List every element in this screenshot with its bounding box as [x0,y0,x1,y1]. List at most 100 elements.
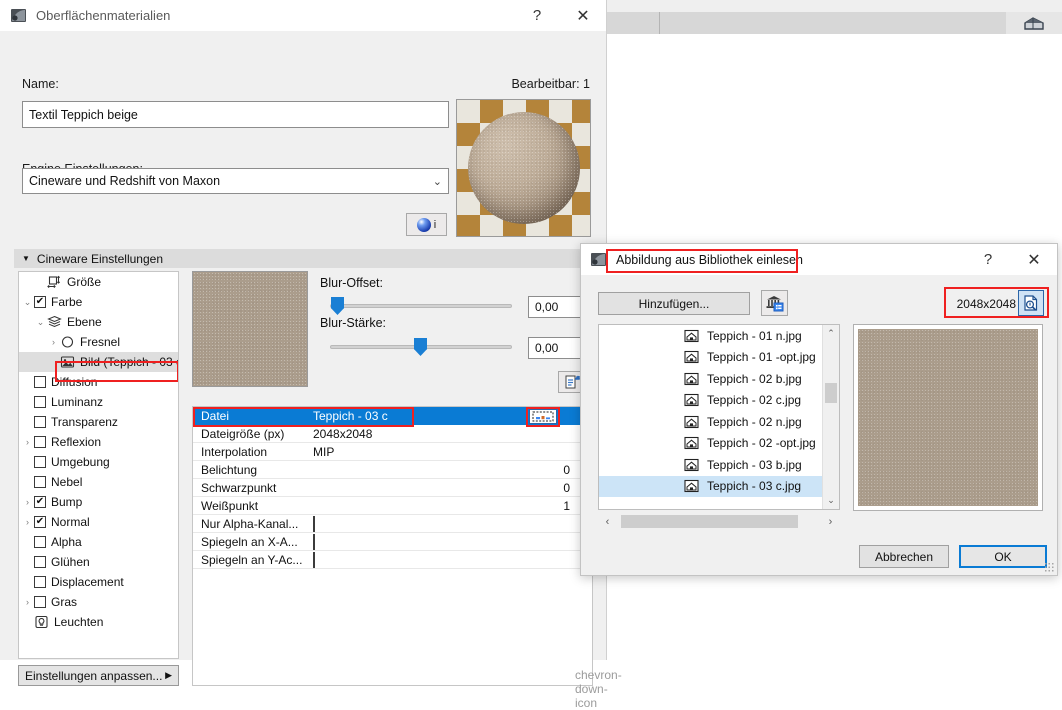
scroll-up-arrow-icon[interactable]: ⌃ [823,325,839,342]
cancel-button[interactable]: Abbrechen [859,545,949,568]
help-button[interactable]: ? [514,0,560,31]
file-list-item[interactable]: Teppich - 02 c.jpg [599,390,822,412]
checkbox-diffusion[interactable] [34,376,46,388]
file-list-item[interactable]: Teppich - 03 c.jpg [599,475,822,497]
channel-tree[interactable]: Größe ⌄ ✔ Farbe ⌄ Ebene › Fresnel Bild (Teppich … [18,271,179,659]
property-row[interactable]: Belichtung 0 [193,461,592,479]
library-browse-button[interactable] [761,290,788,316]
checkbox-normal[interactable]: ✔ [34,516,46,528]
property-row[interactable]: Nur Alpha-Kanal... [193,515,592,533]
file-name-label: Teppich - 03 c.jpg [707,479,802,494]
file-list-item[interactable]: Teppich - 02 -opt.jpg [599,433,822,455]
render-engine-info-button[interactable]: i [406,213,447,236]
tree-item-bump[interactable]: › ✔ Bump [19,492,178,512]
checkbox-transparenz[interactable] [34,416,46,428]
blur-strength-slider-thumb[interactable] [414,338,427,356]
file-name-label: Teppich - 03 b.jpg [707,457,802,472]
help-button[interactable]: ? [965,244,1011,275]
file-list-item[interactable]: Teppich - 03 b.jpg [599,454,822,476]
checkbox-gl-hen[interactable] [34,556,46,568]
checkbox-alpha[interactable] [34,536,46,548]
tree-item-leuchten[interactable]: Leuchten [19,612,178,632]
tree-item-bild-teppich-03-c[interactable]: Bild (Teppich - 03 c) [19,352,178,372]
tree-item-nebel[interactable]: Nebel [19,472,178,492]
house-tool-button[interactable] [1006,12,1062,34]
add-button[interactable]: Hinzufügen... [598,292,750,315]
property-checkbox[interactable] [313,533,315,550]
blur-offset-slider-track[interactable] [330,304,512,308]
file-list-vertical-scrollbar[interactable]: ⌃ ⌄ [822,325,839,509]
tree-item-normal[interactable]: › ✔ Normal [19,512,178,532]
property-row[interactable]: Spiegeln an Y-Ac... [193,551,592,569]
checkbox-reflexion[interactable] [34,436,46,448]
engine-select[interactable]: Cineware und Redshift von Maxon ⌄ [22,168,449,194]
file-list-item[interactable]: Teppich - 02 b.jpg [599,368,822,390]
scroll-left-arrow-icon[interactable]: ‹ [598,516,617,528]
checkbox-luminanz[interactable] [34,396,46,408]
checkbox-farbe[interactable]: ✔ [34,296,46,308]
document-search-icon [1023,294,1037,311]
tree-item-gras[interactable]: › Gras [19,592,178,612]
checkbox-nebel[interactable] [34,476,46,488]
property-value: MIP [313,444,335,459]
tree-item-farbe[interactable]: ⌄ ✔ Farbe [19,292,178,312]
tree-item-fresnel[interactable]: › Fresnel [19,332,178,352]
tree-item-alpha[interactable]: Alpha [19,532,178,552]
checkbox-gras[interactable] [34,596,46,608]
tree-item-gl-hen[interactable]: Glühen [19,552,178,572]
scroll-down-arrow-icon[interactable]: ⌄ [823,492,839,509]
property-name: Belichtung [201,462,258,477]
material-name-input[interactable] [22,101,449,128]
file-list-horizontal-scrollbar[interactable]: ‹ › [598,512,840,531]
close-button[interactable]: ✕ [560,0,606,31]
properties-scroll-down-icon[interactable]: chevron-down-icon [575,668,622,710]
tree-item-displacement[interactable]: Displacement [19,572,178,592]
preview-zoom-button[interactable] [1018,290,1044,316]
property-row[interactable]: Datei Teppich - 03 c [193,407,592,425]
cineware-settings-header[interactable]: ▼ Cineware Einstellungen [14,249,593,268]
tree-item-transparenz[interactable]: Transparenz [19,412,178,432]
twisty-collapsed-icon[interactable]: › [21,512,34,532]
tree-item-diffusion[interactable]: Diffusion [19,372,178,392]
twisty-collapsed-icon[interactable]: › [47,332,60,352]
close-button[interactable]: ✕ [1011,244,1057,275]
file-browse-button[interactable] [529,409,557,424]
tree-item-label: Gras [51,595,78,609]
property-checkbox[interactable] [313,515,315,532]
texture-thumbnail[interactable] [192,271,308,387]
twisty-collapsed-icon[interactable]: › [21,432,34,452]
resize-grip[interactable] [1044,562,1054,572]
file-list-item[interactable]: Teppich - 01 n.jpg [599,325,822,347]
light-icon [35,615,48,629]
tree-item-gr-e[interactable]: Größe [19,272,178,292]
image-properties-table[interactable]: Datei Teppich - 03 c Dateigröße (px) 2048x2… [192,406,593,686]
checkbox-umgebung[interactable] [34,456,46,468]
checkbox-displacement[interactable] [34,576,46,588]
house-file-icon [684,329,699,342]
property-row[interactable]: Weißpunkt 1 [193,497,592,515]
property-checkbox[interactable] [313,551,315,568]
property-row[interactable]: Schwarzpunkt 0 [193,479,592,497]
property-row[interactable]: Interpolation MIP [193,443,592,461]
twisty-collapsed-icon[interactable]: › [21,492,34,512]
twisty-expanded-icon[interactable]: ⌄ [21,292,34,312]
tree-item-ebene[interactable]: ⌄ Ebene [19,312,178,332]
twisty-collapsed-icon[interactable]: › [21,592,34,612]
library-file-list[interactable]: Teppich - 01 n.jpg Teppich - 01 -opt.jpg T… [598,324,840,510]
file-list-item[interactable]: Teppich - 02 n.jpg [599,411,822,433]
property-row[interactable]: Spiegeln an X-A... [193,533,592,551]
horizontal-scrollbar-thumb[interactable] [621,515,798,528]
checkbox-bump[interactable]: ✔ [34,496,46,508]
file-list-item[interactable]: Teppich - 01 -opt.jpg [599,347,822,369]
tree-item-luminanz[interactable]: Luminanz [19,392,178,412]
scroll-right-arrow-icon[interactable]: › [821,516,840,528]
vertical-scrollbar-thumb[interactable] [825,383,837,403]
adjust-settings-button[interactable]: Einstellungen anpassen... ▶ [18,665,179,686]
house-file-icon [684,437,699,450]
tree-item-umgebung[interactable]: Umgebung [19,452,178,472]
ok-button[interactable]: OK [959,545,1047,568]
twisty-expanded-icon[interactable]: ⌄ [34,312,47,332]
property-row[interactable]: Dateigröße (px) 2048x2048 [193,425,592,443]
blur-offset-slider-thumb[interactable] [331,297,344,315]
tree-item-reflexion[interactable]: › Reflexion [19,432,178,452]
